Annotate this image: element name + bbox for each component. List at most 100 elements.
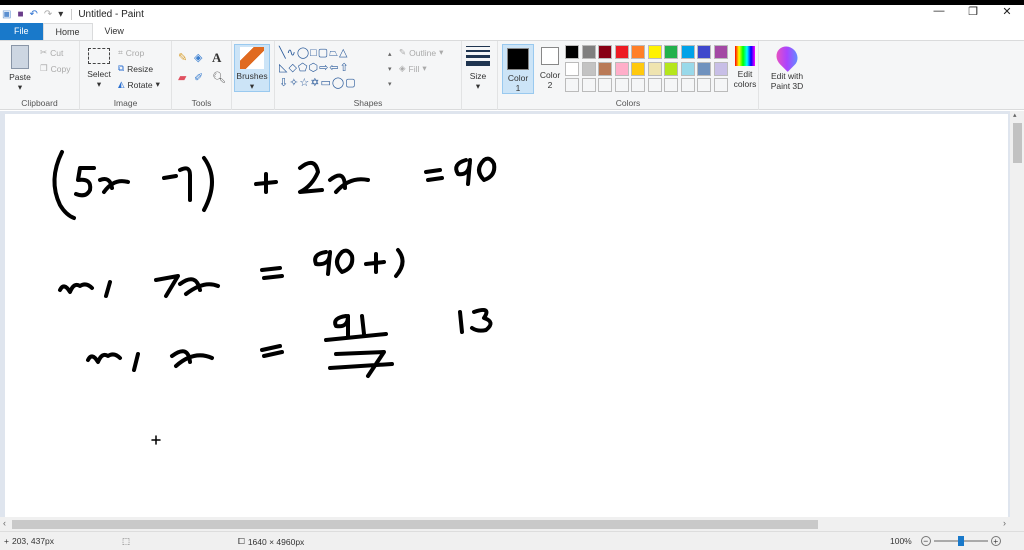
crop-button[interactable]: ⌗ Crop xyxy=(118,47,144,58)
zoom-slider-thumb[interactable] xyxy=(957,536,964,546)
paint-app-icon[interactable]: ▣ xyxy=(2,9,11,20)
palette-swatch[interactable] xyxy=(647,61,662,76)
crop-icon: ⌗ xyxy=(118,47,123,57)
undo-icon[interactable]: ↶ xyxy=(30,9,38,20)
custom-color-slot[interactable] xyxy=(598,78,612,92)
zoom-in-button[interactable]: + xyxy=(990,536,1001,546)
custom-color-slot[interactable] xyxy=(565,78,579,92)
custom-color-slot[interactable] xyxy=(713,78,728,92)
select-button[interactable]: Select ▾ xyxy=(85,48,113,89)
custom-color-slot[interactable] xyxy=(614,78,629,92)
crop-label: Crop xyxy=(125,47,145,58)
fill-button[interactable]: ◈ Fill ▾ xyxy=(399,63,427,74)
horizontal-scroll-thumb[interactable] xyxy=(12,520,818,529)
palette-swatch[interactable] xyxy=(697,61,711,76)
text-tool-icon[interactable]: A xyxy=(212,50,221,66)
shapes-gallery[interactable]: ╲∿◯□▢⏢△ ◺◇⬠⬡⇨⇦⇧ ⇩✧☆✡▭◯▢ xyxy=(279,46,391,92)
zoom-out-button[interactable]: − xyxy=(920,536,931,546)
vertical-scrollbar[interactable]: ▴ xyxy=(1010,111,1024,517)
image-group-label: Image xyxy=(113,98,138,108)
select-label: Select xyxy=(87,69,111,79)
tab-home[interactable]: Home xyxy=(42,23,93,40)
canvas-size-icon: ⧠ xyxy=(238,536,245,546)
color-palette xyxy=(565,45,731,95)
custom-color-slot[interactable] xyxy=(581,78,596,92)
canvas-area xyxy=(0,111,1024,517)
horizontal-scrollbar[interactable]: ‹ › xyxy=(0,517,1024,531)
cut-button[interactable]: ✂ Cut xyxy=(40,47,63,58)
palette-swatch[interactable] xyxy=(581,45,596,59)
palette-swatch[interactable] xyxy=(565,61,579,76)
resize-button[interactable]: ⧉ Resize xyxy=(118,63,153,74)
rotate-button[interactable]: ◭ Rotate ▾ xyxy=(118,79,160,90)
palette-swatch[interactable] xyxy=(631,61,645,76)
scroll-up-icon[interactable]: ▴ xyxy=(1013,111,1017,119)
scroll-left-icon[interactable]: ‹ xyxy=(3,518,6,528)
color2-swatch xyxy=(541,47,559,65)
paint3d-icon xyxy=(772,42,802,72)
redo-icon[interactable]: ↷ xyxy=(44,9,52,20)
maximize-button[interactable]: ❐ xyxy=(956,5,990,18)
eraser-icon[interactable]: ▰ xyxy=(178,71,186,84)
magnifier-icon[interactable]: 🔍︎ xyxy=(212,71,226,84)
selection-icon: ⬚ xyxy=(122,536,131,546)
clipboard-group: Paste ▾ ✂ Cut ❐ Copy Clipboard xyxy=(0,41,80,110)
paste-button[interactable]: Paste ▾ xyxy=(6,45,34,92)
outline-icon: ✎ xyxy=(399,47,407,57)
minimize-button[interactable]: — xyxy=(922,5,956,18)
size-button[interactable]: Size ▾ xyxy=(462,46,494,91)
copy-label: Copy xyxy=(50,63,71,74)
tab-file[interactable]: File xyxy=(0,23,43,40)
custom-color-slot[interactable] xyxy=(647,78,662,92)
palette-swatch[interactable] xyxy=(598,45,612,59)
scissors-icon: ✂ xyxy=(40,47,48,57)
palette-swatch[interactable] xyxy=(631,45,645,59)
tab-view[interactable]: View xyxy=(93,23,136,40)
arrow-star-icons[interactable]: ⇩✧☆✡▭◯▢ xyxy=(279,77,357,89)
vertical-scroll-thumb[interactable] xyxy=(1013,123,1022,163)
shapes-scroll[interactable]: ▴ ▾ ▾ xyxy=(388,47,392,92)
copy-icon: ❐ xyxy=(40,63,48,73)
edit-with-paint3d-button[interactable]: Edit with Paint 3D xyxy=(764,42,810,91)
resize-icon: ⧉ xyxy=(118,63,125,73)
edit-colors-label-1: Edit xyxy=(737,69,753,79)
save-icon[interactable]: ■ xyxy=(17,9,23,20)
outline-button[interactable]: ✎ Outline ▾ xyxy=(399,47,443,58)
palette-swatch[interactable] xyxy=(614,45,629,59)
custom-color-slot[interactable] xyxy=(664,78,678,92)
custom-color-slot[interactable] xyxy=(680,78,695,92)
custom-color-slot[interactable] xyxy=(631,78,645,92)
polygon-icons[interactable]: ◺◇⬠⬡⇨⇦⇧ xyxy=(279,62,350,74)
palette-swatch[interactable] xyxy=(581,61,596,76)
selection-size: ⬚ xyxy=(122,536,130,547)
zoom-level-text: 100% xyxy=(890,536,912,546)
palette-swatch[interactable] xyxy=(713,45,728,59)
palette-swatch[interactable] xyxy=(713,61,728,76)
palette-swatch[interactable] xyxy=(697,45,711,59)
color-picker-icon[interactable]: ✐ xyxy=(194,71,203,84)
palette-swatch[interactable] xyxy=(680,45,695,59)
palette-swatch[interactable] xyxy=(647,45,662,59)
palette-swatch[interactable] xyxy=(664,61,678,76)
fill-label: Fill xyxy=(408,63,420,74)
zoom-slider[interactable] xyxy=(933,536,988,546)
custom-color-slot[interactable] xyxy=(697,78,711,92)
edit-colors-button[interactable]: Edit colors xyxy=(730,46,760,89)
drawing-canvas[interactable] xyxy=(5,114,1008,517)
customize-quick-access-icon[interactable]: ▾ xyxy=(58,9,63,20)
palette-swatch[interactable] xyxy=(598,61,612,76)
scroll-right-icon[interactable]: › xyxy=(1003,518,1006,528)
color2-button[interactable]: Color 2 xyxy=(536,47,564,90)
close-button[interactable]: ✕ xyxy=(990,5,1024,18)
copy-button[interactable]: ❐ Copy xyxy=(40,63,70,74)
palette-swatch[interactable] xyxy=(565,45,579,59)
pencil-icon[interactable]: ✎ xyxy=(178,51,187,64)
shapes-group-label: Shapes xyxy=(353,98,383,108)
brushes-button[interactable]: Brushes ▾ xyxy=(234,44,270,92)
fill-bucket-icon[interactable]: ◈ xyxy=(194,51,202,64)
palette-swatch[interactable] xyxy=(680,61,695,76)
palette-swatch[interactable] xyxy=(664,45,678,59)
palette-swatch[interactable] xyxy=(614,61,629,76)
color1-button[interactable]: Color 1 xyxy=(502,44,534,94)
line-icon[interactable]: ╲∿◯□▢⏢△ xyxy=(279,47,348,59)
